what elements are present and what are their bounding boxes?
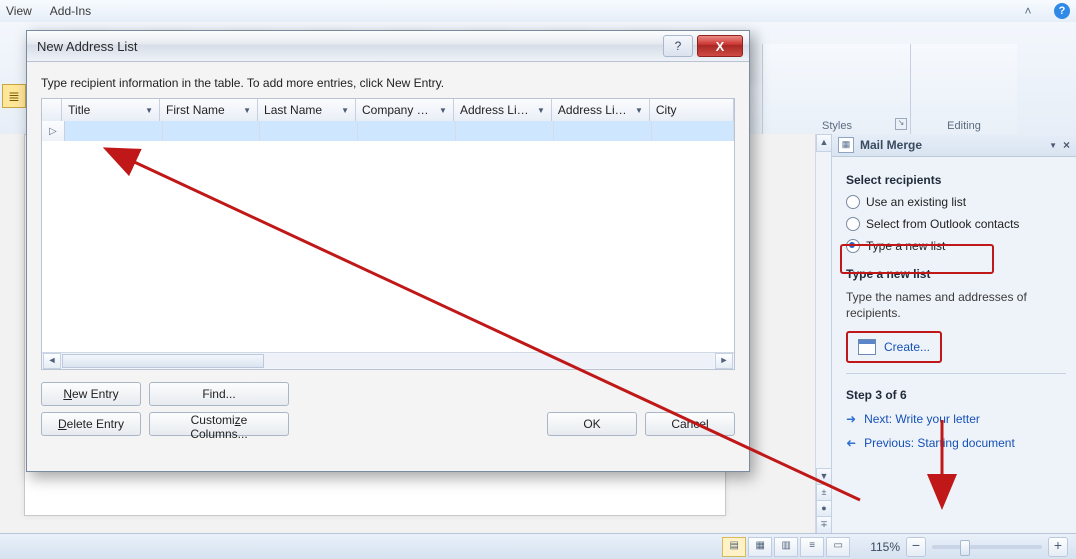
new-address-list-dialog: New Address List ? X Type recipient info… [26,30,750,472]
cell[interactable] [358,121,456,141]
create-link[interactable]: Create... [884,340,930,354]
pane-close-icon[interactable]: × [1063,138,1070,152]
radio-icon [846,239,860,253]
grid-row[interactable]: ▷ [42,121,734,141]
scroll-right-icon[interactable]: ► [715,353,733,369]
row-selector-icon[interactable]: ▷ [42,121,65,141]
cell[interactable] [456,121,554,141]
view-draft-icon[interactable]: ▭ [826,537,850,557]
radio-type-new-list[interactable]: Type a new list [846,239,1066,253]
col-city[interactable]: City [650,99,734,121]
col-title[interactable]: Title▼ [62,99,160,121]
cell[interactable] [163,121,261,141]
radio-outlook[interactable]: Select from Outlook contacts [846,217,1066,231]
step-heading: Step 3 of 6 [846,388,1066,402]
new-entry-button[interactable]: New Entry [41,382,141,406]
cell[interactable] [65,121,163,141]
zoom-slider[interactable] [932,545,1042,549]
new-entry-label: ew Entry [72,387,119,401]
dialog-close-icon[interactable]: X [697,35,743,57]
styles-group-label: Styles [763,120,911,132]
status-bar: ▤ ▦ ▥ ≡ ▭ 115% − + [0,533,1076,559]
address-grid[interactable]: Title▼ First Name▼ Last Name▼ Company …▼… [41,98,735,370]
dialog-title: New Address List [37,39,137,54]
arrow-left-icon: ➜ [846,436,856,450]
pane-menu-icon[interactable]: ▼ [1049,141,1057,150]
col-first-name[interactable]: First Name▼ [160,99,258,121]
prev-step-link[interactable]: ➜ Previous: Starting document [846,436,1066,450]
customize-columns-button[interactable]: Customize Columns... [149,412,289,436]
menu-view[interactable]: View [6,4,32,18]
next-page-icon[interactable]: ∓ [816,516,832,534]
cell[interactable] [554,121,652,141]
cell[interactable] [260,121,358,141]
styles-dialog-launcher-icon[interactable]: ↘ [895,118,907,130]
scroll-left-icon[interactable]: ◄ [43,353,61,369]
dialog-titlebar[interactable]: New Address List ? X [27,31,749,62]
type-new-list-heading: Type a new list [846,267,1066,281]
pane-header: ▦ Mail Merge ▼ × [832,134,1076,157]
list-icon[interactable]: ≣ [2,84,26,108]
next-step-link[interactable]: ➜ Next: Write your letter [846,412,1066,426]
cell[interactable] [652,121,734,141]
col-address1[interactable]: Address Li…▼ [454,99,552,121]
select-recipients-heading: Select recipients [846,173,1066,187]
col-last-name[interactable]: Last Name▼ [258,99,356,121]
grid-horizontal-scrollbar[interactable]: ◄ ► [42,352,734,369]
create-icon [858,339,876,355]
customize-label: Customize Columns... [190,413,247,441]
view-print-layout-icon[interactable]: ▤ [722,537,746,557]
delete-entry-label: elete Entry [67,417,124,431]
scroll-up-icon[interactable]: ▲ [816,134,832,152]
view-web-icon[interactable]: ▥ [774,537,798,557]
view-outline-icon[interactable]: ≡ [800,537,824,557]
menu-bar: View Add-Ins ˄ ? [0,0,1076,23]
dialog-instruction: Type recipient information in the table.… [41,76,735,90]
delete-entry-button[interactable]: Delete Entry [41,412,141,436]
col-address2[interactable]: Address Li…▼ [552,99,650,121]
arrow-right-icon: ➜ [846,412,856,426]
zoom-in-button[interactable]: + [1048,537,1068,557]
editing-group-label: Editing [911,120,1017,132]
create-link-highlight: Create... [846,331,942,363]
radio-icon [846,217,860,231]
vertical-scrollbar[interactable]: ▲ ▼ ± ● ∓ [815,134,832,534]
grid-header: Title▼ First Name▼ Last Name▼ Company …▼… [42,99,734,122]
radio-outlook-label: Select from Outlook contacts [866,217,1019,231]
find-label: Find... [202,387,235,401]
pane-icon: ▦ [838,137,854,153]
cancel-button[interactable]: Cancel [645,412,735,436]
help-icon[interactable]: ? [1054,3,1070,19]
col-company[interactable]: Company …▼ [356,99,454,121]
chevron-up-icon[interactable]: ˄ [1020,4,1036,18]
zoom-percent[interactable]: 115% [870,540,900,554]
view-full-screen-icon[interactable]: ▦ [748,537,772,557]
pane-title: Mail Merge [860,138,1043,152]
mail-merge-pane: ▦ Mail Merge ▼ × Select recipients Use a… [831,134,1076,534]
zoom-out-button[interactable]: − [906,537,926,557]
radio-existing-label: Use an existing list [866,195,966,209]
dialog-help-icon[interactable]: ? [663,35,693,57]
next-step-label: Next: Write your letter [864,412,980,426]
radio-existing-list[interactable]: Use an existing list [846,195,1066,209]
prev-step-label: Previous: Starting document [864,436,1015,450]
type-new-list-desc: Type the names and addresses of recipien… [846,289,1066,321]
menu-addins[interactable]: Add-Ins [50,4,91,18]
ok-button[interactable]: OK [547,412,637,436]
radio-icon [846,195,860,209]
radio-new-label: Type a new list [866,239,945,253]
find-button-dialog[interactable]: Find... [149,382,289,406]
